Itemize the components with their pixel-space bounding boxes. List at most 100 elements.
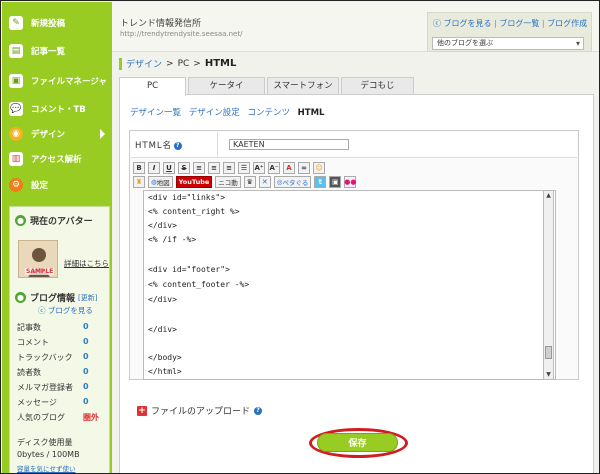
amazon-icon[interactable]: ♛ xyxy=(243,176,256,188)
sidebar-item-settings[interactable]: ⚙ 設定 xyxy=(2,174,112,196)
italic-icon[interactable]: I xyxy=(148,162,160,174)
scroll-thumb[interactable] xyxy=(545,346,552,359)
subnav-html: HTML xyxy=(297,108,325,118)
sidebar-item-article-list[interactable]: ▤ 記事一覧 xyxy=(2,40,112,62)
file-manager-icon: ▣ xyxy=(9,74,23,88)
breadcrumb-current: HTML xyxy=(204,58,237,69)
content-panel: デザイン一覧 デザイン設定 コンテンツ HTML HTML名? KAETEN B… xyxy=(119,94,594,473)
breadcrumb-design-link[interactable]: デザイン xyxy=(126,57,162,70)
file-upload-toggle[interactable]: + ファイルのアップロード ? xyxy=(137,404,263,417)
info-dot-icon: ● xyxy=(15,215,26,226)
editor-toolbar-row1: B I U S ≡ ≡ ≡ ☰ A⁺ A⁻ A ∞ ☺ xyxy=(133,162,328,174)
font-size-up-icon[interactable]: A⁺ xyxy=(253,162,265,174)
other-blog-select[interactable]: 他のブログを選ぶ xyxy=(432,37,584,50)
disk-usage-value: 0bytes / 100MB xyxy=(17,450,80,459)
font-size-down-icon[interactable]: A⁻ xyxy=(268,162,280,174)
help-icon[interactable]: ? xyxy=(174,141,183,150)
html-editor-box: HTML名? KAETEN B I U S ≡ ≡ ≡ ☰ A⁺ A⁻ A ∞ … xyxy=(129,130,579,380)
tab-smartphone[interactable]: スマートフォン xyxy=(267,77,339,94)
link-icon[interactable]: ∞ xyxy=(298,162,310,174)
subnav-contents[interactable]: コンテンツ xyxy=(247,108,290,118)
strikethrough-icon[interactable]: S xyxy=(178,162,190,174)
tab-decomoji[interactable]: デコもじ xyxy=(341,77,414,94)
view-blog-link[interactable]: ブログを見る xyxy=(444,19,492,28)
tab-mobile[interactable]: ケータイ xyxy=(188,77,265,94)
align-right-icon[interactable]: ≡ xyxy=(223,162,235,174)
ribbon-icon[interactable]: ♜ xyxy=(133,176,145,188)
update-link[interactable]: [更新] xyxy=(78,293,97,303)
avatar[interactable]: SAMPLE xyxy=(18,240,58,278)
stat-row: メルマガ登録者 0 xyxy=(17,382,89,392)
breadcrumb-pc: PC xyxy=(177,58,190,69)
blog-list-link[interactable]: ブログ一覧 xyxy=(499,19,539,28)
scroll-up-icon[interactable]: ▲ xyxy=(544,191,553,200)
stat-row: 記事数 0 xyxy=(17,322,89,332)
settings-icon: ⚙ xyxy=(9,178,23,192)
avatar-detail-link[interactable]: 詳細はこちら xyxy=(64,258,109,269)
niconico-button[interactable]: ニコ動 xyxy=(215,176,241,188)
blog-name: トレンド情報発信所 xyxy=(120,19,202,29)
emoji-icon[interactable]: ☺ xyxy=(313,162,325,174)
design-subnav: デザイン一覧 デザイン設定 コンテンツ HTML xyxy=(130,106,329,118)
html-code-textarea[interactable]: <div id="links"> <% content_right %> </d… xyxy=(143,190,556,380)
header-blog-controls: ⓒ ブログを見る | ブログ一覧 | ブログ作成 他のブログを選ぶ xyxy=(427,12,592,52)
sidebar-item-design[interactable]: ◉ デザイン xyxy=(2,123,112,145)
article-list-icon: ▤ xyxy=(9,44,23,58)
blog-view-icon: ⓒ xyxy=(433,19,441,28)
instagram-icon[interactable]: ▣ xyxy=(329,176,342,188)
sidebar-item-label: 設定 xyxy=(31,181,49,191)
tab-pc[interactable]: PC xyxy=(119,77,186,96)
breadcrumb-marker xyxy=(119,57,122,70)
plus-icon: + xyxy=(137,405,147,416)
sidebar-item-file-manager[interactable]: ▣ ファイルマネージャ xyxy=(2,70,112,92)
sidebar-item-label: デザイン xyxy=(31,130,66,140)
stat-value: 0 xyxy=(83,337,89,346)
html-name-row: HTML名? KAETEN xyxy=(131,132,577,158)
save-button[interactable]: 保存 xyxy=(317,433,398,452)
list-icon[interactable]: ☰ xyxy=(238,162,250,174)
petaguru-button[interactable]: ◎ ぺタぐる xyxy=(273,176,312,188)
subnav-design-list[interactable]: デザイン一覧 xyxy=(130,108,181,118)
sidebar-item-new-post[interactable]: ✎ 新規投稿 xyxy=(2,12,112,34)
blog-info-heading: ● ブログ情報 [更新] xyxy=(15,292,98,304)
bold-icon[interactable]: B xyxy=(133,162,145,174)
stat-value: 圏外 xyxy=(83,413,99,422)
disk-upgrade-link[interactable]: 容量を気にせず使い xyxy=(17,463,76,473)
stat-value: 0 xyxy=(83,352,89,361)
font-color-icon[interactable]: A xyxy=(283,162,295,174)
sidebar-info-panel: ● 現在のアバター SAMPLE 詳細はこちら ● ブログ情報 [更新] ⓒ ブ… xyxy=(9,206,110,473)
blog-view-icon: ⓒ xyxy=(38,306,46,315)
stat-value: 0 xyxy=(83,322,89,331)
new-post-icon: ✎ xyxy=(9,16,23,30)
stat-row: 人気のブログ 圏外 xyxy=(17,413,99,422)
access-analytics-icon: ▥ xyxy=(9,152,23,166)
youtube-button[interactable]: YouTube xyxy=(175,176,213,188)
sidebar: ✎ 新規投稿 ▤ 記事一覧 ▣ ファイルマネージャ 💬 コメント・TB ◉ デザ… xyxy=(2,2,112,473)
share-icon[interactable]: ✕ xyxy=(258,176,271,188)
create-blog-link[interactable]: ブログ作成 xyxy=(547,19,587,28)
stat-value: 0 xyxy=(83,367,89,376)
info-dot-icon: ● xyxy=(15,292,26,303)
subnav-design-settings[interactable]: デザイン設定 xyxy=(189,108,240,118)
header: トレンド情報発信所 http://trendytrendysite.seesaa… xyxy=(112,2,599,52)
underline-icon[interactable]: U xyxy=(163,162,175,174)
help-icon[interactable]: ? xyxy=(254,406,263,415)
align-center-icon[interactable]: ≡ xyxy=(208,162,220,174)
flickr-icon[interactable]: ●● xyxy=(344,176,356,188)
view-blog-link[interactable]: ⓒ ブログを見る xyxy=(38,305,93,316)
breadcrumb: デザイン > PC > HTML xyxy=(119,57,236,70)
code-scrollbar[interactable]: ▲ ▼ xyxy=(543,190,554,380)
editor-toolbar-row2: ♜ ◍ 地図 YouTube ニコ動 ♛ ✕ ◎ ぺタぐる t ▣ ●● xyxy=(133,176,359,188)
html-name-input[interactable]: KAETEN xyxy=(229,139,349,150)
stat-row: トラックバック 0 xyxy=(17,352,89,362)
align-left-icon[interactable]: ≡ xyxy=(193,162,205,174)
sidebar-item-comment-tb[interactable]: 💬 コメント・TB xyxy=(2,98,112,120)
avatar-sample-label: SAMPLE xyxy=(25,268,55,275)
stat-row: 読者数 0 xyxy=(17,367,89,377)
sidebar-item-label: 新規投稿 xyxy=(31,19,66,29)
blog-url: http://trendytrendysite.seesaa.net/ xyxy=(120,30,243,38)
map-button[interactable]: ◍ 地図 xyxy=(148,176,173,188)
twitter-icon[interactable]: t xyxy=(314,176,327,188)
sidebar-item-access-analytics[interactable]: ▥ アクセス解析 xyxy=(2,148,112,170)
scroll-down-icon[interactable]: ▼ xyxy=(544,370,553,379)
